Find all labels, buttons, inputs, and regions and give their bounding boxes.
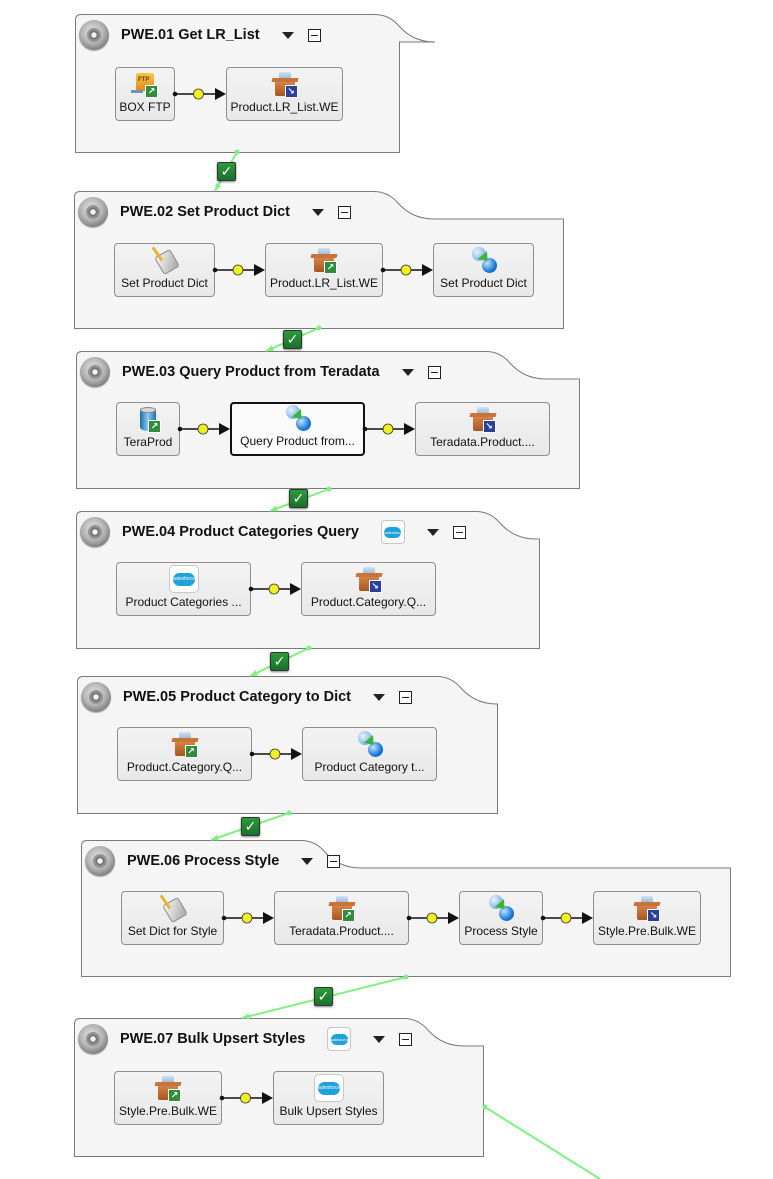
script-icon bbox=[150, 246, 180, 276]
workspace-extract-icon: ↘ bbox=[270, 70, 300, 98]
step-label: Product.Category.Q... bbox=[126, 760, 243, 774]
step-label: Product Categories ... bbox=[125, 595, 242, 609]
group-header: PWE.04 Product Categories Query salesforc… bbox=[80, 517, 466, 547]
success-condition-check-icon[interactable]: ✓ bbox=[289, 489, 308, 508]
success-condition-check-icon[interactable]: ✓ bbox=[217, 162, 236, 181]
group-header: PWE.05 Product Category to Dict bbox=[81, 682, 413, 712]
step-label: Product.LR_List.WE bbox=[230, 100, 339, 114]
collapse-group-button[interactable] bbox=[452, 525, 466, 539]
step-node[interactable]: ↘ Style.Pre.Bulk.WE bbox=[593, 891, 701, 945]
step-node[interactable]: Set Product Dict bbox=[433, 243, 534, 297]
step-label: Style.Pre.Bulk.WE bbox=[118, 1104, 218, 1118]
step-label: Product.Category.Q... bbox=[310, 595, 427, 609]
success-link-arrowhead bbox=[215, 183, 222, 191]
step-label: Product.LR_List.WE bbox=[269, 276, 379, 290]
step-node[interactable]: ↗ Product.Category.Q... bbox=[117, 727, 252, 781]
workspace-load-icon: ↗ bbox=[170, 730, 200, 758]
step-node[interactable]: ↘ Teradata.Product.... bbox=[415, 402, 550, 456]
group-title: PWE.01 Get LR_List bbox=[121, 27, 260, 43]
script-icon bbox=[158, 894, 188, 924]
success-link-line[interactable] bbox=[484, 1106, 601, 1179]
step-node[interactable]: ↗ TeraProd bbox=[116, 402, 180, 456]
step-label: Product Category t... bbox=[314, 760, 425, 774]
success-condition-check-icon[interactable]: ✓ bbox=[241, 817, 260, 836]
group-menu-dropdown-icon[interactable] bbox=[373, 693, 386, 701]
group-header: PWE.07 Bulk Upsert Styles salesforce bbox=[78, 1024, 413, 1054]
step-label: Set Product Dict bbox=[121, 276, 208, 290]
collapse-group-button[interactable] bbox=[427, 365, 441, 379]
group-title: PWE.03 Query Product from Teradata bbox=[122, 364, 380, 380]
process-gear-icon bbox=[78, 1024, 108, 1054]
process-gear-icon bbox=[79, 20, 109, 50]
step-node[interactable]: ↗ Product.LR_List.WE bbox=[265, 243, 383, 297]
step-node[interactable]: FTP ↗ BOX FTP bbox=[115, 67, 175, 121]
step-label: Process Style bbox=[464, 924, 538, 938]
step-node[interactable]: salesforce Product Categories ... bbox=[116, 562, 251, 616]
step-node[interactable]: Set Product Dict bbox=[114, 243, 215, 297]
group-header: PWE.06 Process Style bbox=[85, 846, 341, 876]
step-label: Query Product from... bbox=[240, 434, 355, 448]
step-label: Set Dict for Style bbox=[127, 924, 218, 938]
step-node[interactable]: salesforce Bulk Upsert Styles bbox=[273, 1071, 384, 1125]
collapse-group-button[interactable] bbox=[399, 1032, 413, 1046]
step-node[interactable]: ↗ Teradata.Product.... bbox=[274, 891, 409, 945]
step-label: Set Product Dict bbox=[440, 276, 527, 290]
success-condition-check-icon[interactable]: ✓ bbox=[314, 987, 333, 1006]
transform-icon bbox=[355, 730, 385, 758]
group-menu-dropdown-icon[interactable] bbox=[312, 208, 325, 216]
step-node[interactable]: ↘ Product.LR_List.WE bbox=[226, 67, 343, 121]
process-gear-icon bbox=[78, 197, 108, 227]
step-label: TeraProd bbox=[123, 435, 173, 449]
group-menu-dropdown-icon[interactable] bbox=[373, 1035, 386, 1043]
workspace-load-icon: ↗ bbox=[153, 1074, 183, 1102]
group-menu-dropdown-icon[interactable] bbox=[401, 368, 414, 376]
collapse-group-button[interactable] bbox=[307, 28, 321, 42]
step-node[interactable]: ↘ Product.Category.Q... bbox=[301, 562, 436, 616]
workspace-extract-icon: ↘ bbox=[632, 894, 662, 922]
success-condition-check-icon[interactable]: ✓ bbox=[283, 330, 302, 349]
ftp-source-icon: FTP ↗ bbox=[130, 70, 160, 98]
salesforce-icon: salesforce bbox=[168, 565, 199, 593]
process-gear-icon bbox=[81, 682, 111, 712]
step-label: Teradata.Product.... bbox=[430, 435, 535, 449]
group-title: PWE.05 Product Category to Dict bbox=[123, 689, 352, 705]
workspace-load-icon: ↗ bbox=[309, 246, 339, 274]
step-node[interactable]: Process Style bbox=[459, 891, 543, 945]
step-label: BOX FTP bbox=[119, 100, 171, 114]
group-menu-dropdown-icon[interactable] bbox=[426, 528, 439, 536]
process-gear-icon bbox=[85, 846, 115, 876]
group-title: PWE.06 Process Style bbox=[127, 853, 280, 869]
salesforce-badge-icon: salesforce bbox=[327, 1027, 352, 1051]
collapse-group-button[interactable] bbox=[338, 205, 352, 219]
group-title: PWE.04 Product Categories Query bbox=[122, 524, 359, 540]
workspace-extract-icon: ↘ bbox=[354, 565, 384, 593]
group-menu-dropdown-icon[interactable] bbox=[281, 31, 294, 39]
process-gear-icon bbox=[80, 357, 110, 387]
step-label: Teradata.Product.... bbox=[289, 924, 394, 938]
workspace-extract-icon: ↘ bbox=[468, 405, 498, 433]
transform-icon bbox=[469, 246, 499, 274]
database-icon: ↗ bbox=[133, 405, 163, 433]
process-gear-icon bbox=[80, 517, 110, 547]
transform-icon bbox=[283, 404, 313, 432]
group-header: PWE.01 Get LR_List bbox=[79, 20, 321, 50]
step-node[interactable]: Product Category t... bbox=[302, 727, 437, 781]
group-header: PWE.03 Query Product from Teradata bbox=[80, 357, 441, 387]
success-condition-check-icon[interactable]: ✓ bbox=[270, 652, 289, 671]
salesforce-badge-icon: salesforce bbox=[380, 520, 405, 544]
step-node[interactable]: ↗ Style.Pre.Bulk.WE bbox=[114, 1071, 222, 1125]
group-header: PWE.02 Set Product Dict bbox=[78, 197, 352, 227]
workspace-load-icon: ↗ bbox=[327, 894, 357, 922]
group-menu-dropdown-icon[interactable] bbox=[301, 857, 314, 865]
step-label: Style.Pre.Bulk.WE bbox=[597, 924, 697, 938]
step-node[interactable]: Query Product from... bbox=[230, 402, 365, 456]
salesforce-icon: salesforce bbox=[313, 1074, 344, 1102]
transform-icon bbox=[486, 894, 516, 922]
group-title: PWE.07 Bulk Upsert Styles bbox=[120, 1031, 306, 1047]
group-title: PWE.02 Set Product Dict bbox=[120, 204, 291, 220]
collapse-group-button[interactable] bbox=[399, 690, 413, 704]
collapse-group-button[interactable] bbox=[327, 854, 341, 868]
step-node[interactable]: Set Dict for Style bbox=[121, 891, 224, 945]
step-label: Bulk Upsert Styles bbox=[279, 1104, 378, 1118]
